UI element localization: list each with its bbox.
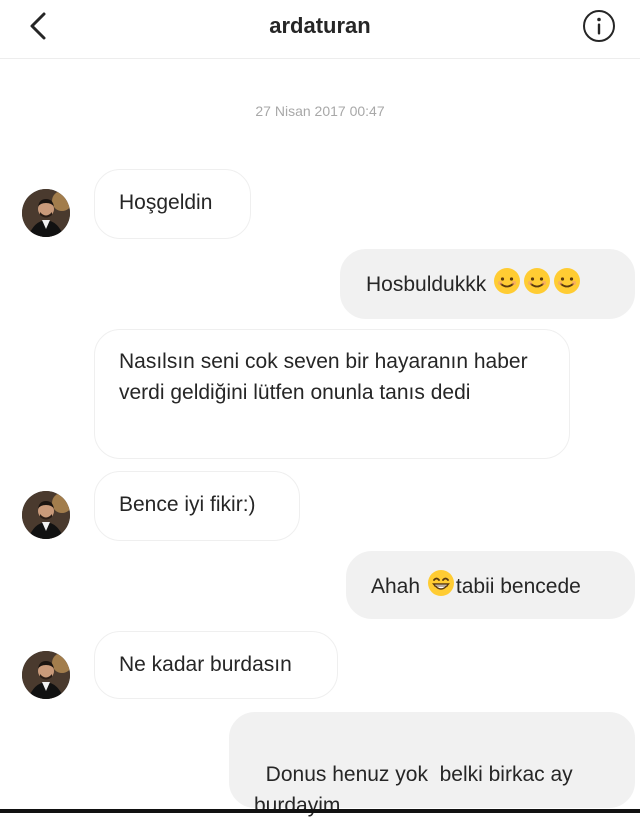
chat-title[interactable]: ardaturan [0,13,640,39]
message-text: Bence iyi fikir:) [119,493,256,516]
message-text: Ne kadar burdasın [119,653,292,676]
smiling-face-icon [493,267,521,304]
smiling-face-icon [523,267,551,304]
avatar[interactable] [22,651,70,699]
info-button[interactable] [582,9,616,43]
info-circle-icon [583,10,615,42]
avatar[interactable] [22,491,70,539]
message-text: tabii bencede [455,575,581,599]
message-bubble-outgoing[interactable]: Ahah tabii bencede [346,551,635,619]
avatar[interactable] [22,189,70,237]
smiling-face-icon [553,267,581,304]
message-text: Nasılsın seni cok seven bir hayaranın ha… [119,350,528,404]
message-bubble-incoming[interactable]: Nasılsın seni cok seven bir hayaranın ha… [94,329,570,459]
bottom-divider [0,809,640,813]
message-text: Hoşgeldin [119,191,213,214]
message-text: Hosbuldukkk [366,273,487,297]
chat-header: ardaturan [0,0,640,59]
message-bubble-outgoing[interactable]: Donus henuz yok belki birkac ay burdayim [229,712,635,817]
message-bubble-incoming[interactable]: Bence iyi fikir:) [94,471,300,541]
message-text: Ahah [371,575,421,599]
grinning-face-icon [427,569,455,606]
message-bubble-incoming[interactable]: Ne kadar burdasın [94,631,338,699]
message-timestamp: 27 Nisan 2017 00:47 [255,103,385,119]
message-bubble-incoming[interactable]: Hoşgeldin [94,169,251,239]
message-bubble-outgoing[interactable]: Hosbuldukkk [340,249,635,319]
